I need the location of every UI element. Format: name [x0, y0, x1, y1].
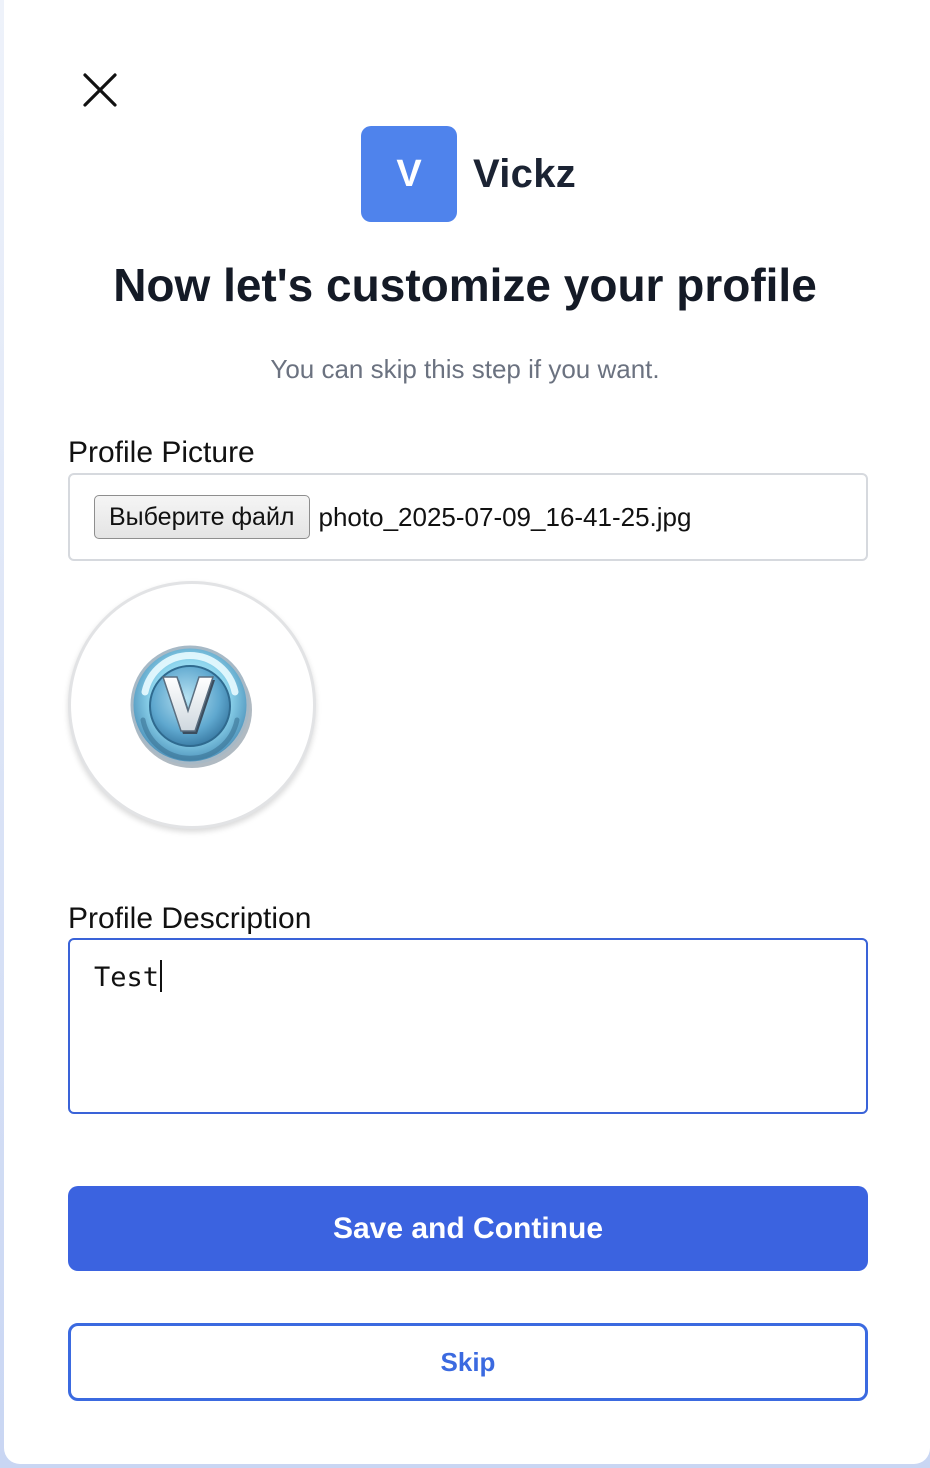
save-and-continue-button[interactable]: Save and Continue — [68, 1186, 868, 1271]
profile-description-label: Profile Description — [68, 902, 312, 935]
profile-description-textarea[interactable]: Test — [68, 938, 868, 1114]
close-icon — [83, 73, 117, 107]
profile-description-value: Test — [94, 962, 160, 993]
profile-picture-file-input[interactable]: Выберите файл photo_2025-07-09_16-41-25.… — [68, 473, 868, 561]
brand-name: Vickz — [473, 151, 577, 196]
profile-picture-preview — [68, 581, 316, 829]
skip-button[interactable]: Skip — [68, 1323, 868, 1401]
v-bucks-coin-icon — [130, 645, 252, 768]
selected-file-name: photo_2025-07-09_16-41-25.jpg — [318, 501, 692, 532]
close-button[interactable] — [78, 68, 122, 112]
profile-picture-label: Profile Picture — [68, 436, 255, 469]
brand-logo: V — [361, 126, 457, 222]
page-title: Now let's customize your profile — [113, 259, 817, 311]
brand-header: V Vickz — [361, 126, 576, 222]
choose-file-button[interactable]: Выберите файл — [94, 495, 310, 539]
page-subtitle: You can skip this step if you want. — [270, 354, 660, 384]
text-caret — [160, 960, 163, 992]
